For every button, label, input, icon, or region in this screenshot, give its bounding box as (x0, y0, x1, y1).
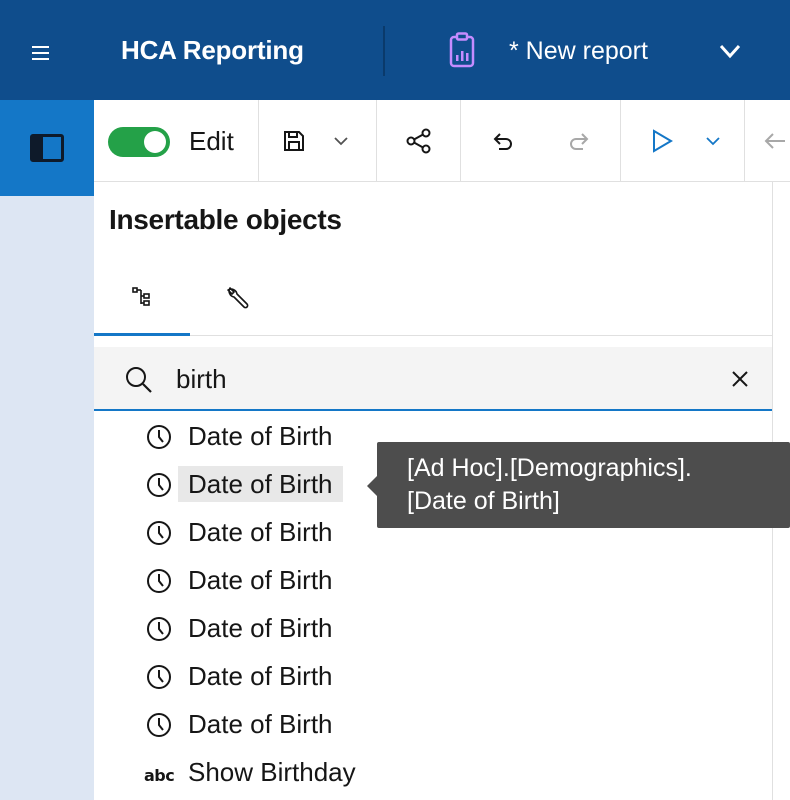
left-rail (0, 100, 94, 800)
clock-icon (147, 569, 171, 593)
clock-icon (147, 713, 171, 737)
edit-toggle[interactable] (108, 127, 170, 157)
search-icon (126, 367, 152, 393)
list-item[interactable]: Date of Birth (94, 556, 772, 604)
abc-text-icon: abc (144, 766, 175, 785)
list-item-label: Date of Birth (188, 565, 333, 595)
tab-toolbox[interactable] (190, 260, 286, 336)
redo-icon (570, 133, 589, 150)
share-icon (406, 128, 431, 154)
toolbar-divider (258, 100, 259, 182)
run-options-dropdown[interactable] (698, 100, 728, 182)
source-tree-icon (132, 286, 150, 306)
clock-icon (147, 617, 171, 641)
search-bar (94, 347, 772, 411)
clock-icon (147, 425, 171, 449)
header-divider (383, 26, 385, 76)
save-icon (284, 131, 304, 151)
side-panel-icon (30, 134, 64, 162)
list-item-label: Date of Birth (188, 709, 333, 739)
chevron-down-icon[interactable] (717, 38, 743, 64)
undo-button[interactable] (482, 100, 522, 182)
tooltip-line: [Date of Birth] (407, 487, 560, 515)
run-icon (653, 129, 673, 153)
list-item[interactable]: Date of Birth (94, 604, 772, 652)
report-clipboard-icon (449, 32, 475, 68)
list-item-label: Show Birthday (188, 757, 356, 787)
back-arrow-icon (764, 133, 785, 149)
redo-button[interactable] (560, 100, 600, 182)
app-header: HCA Reporting * New report (0, 0, 790, 100)
list-item-label: Date of Birth (188, 421, 333, 451)
share-button[interactable] (394, 100, 444, 182)
list-item[interactable]: Date of Birth (94, 652, 772, 700)
save-options-dropdown[interactable] (326, 100, 356, 182)
list-item-label: Date of Birth (188, 517, 333, 547)
chevron-down-icon (334, 137, 348, 146)
list-item-label: Date of Birth (188, 613, 333, 643)
toolbar-divider (620, 100, 621, 182)
edit-label: Edit (189, 126, 234, 156)
chevron-down-icon (706, 137, 720, 146)
toolbar-divider (376, 100, 377, 182)
tooltip: [Ad Hoc].[Demographics]. [Date of Birth] (367, 442, 790, 528)
search-input[interactable] (176, 357, 696, 401)
list-item-label: Date of Birth (188, 661, 333, 691)
hamburger-menu-icon[interactable] (14, 6, 66, 100)
close-icon[interactable] (730, 369, 750, 389)
tooltip-line: [Ad Hoc].[Demographics]. (407, 454, 692, 482)
run-button[interactable] (642, 100, 682, 182)
list-item-label: Date of Birth (178, 466, 343, 502)
clock-icon (147, 665, 171, 689)
panel-title: Insertable objects (109, 204, 342, 235)
app-title[interactable]: HCA Reporting (121, 35, 304, 66)
undo-icon (493, 133, 512, 150)
save-button[interactable] (274, 100, 314, 182)
tab-source-tree[interactable] (94, 260, 190, 336)
toolbar-divider (744, 100, 745, 182)
list-item[interactable]: Date of Birth (94, 700, 772, 748)
report-title[interactable]: * New report (509, 37, 648, 66)
toolbar-divider (460, 100, 461, 182)
list-item[interactable]: abc Show Birthday (94, 748, 772, 796)
toolbar: Edit (94, 100, 790, 182)
side-panel-toggle-button[interactable] (0, 100, 94, 196)
clock-icon (147, 473, 171, 497)
panel-tabs (94, 260, 772, 336)
back-button[interactable] (758, 100, 790, 182)
clock-icon (147, 521, 171, 545)
toolbox-wrench-icon (227, 287, 249, 309)
